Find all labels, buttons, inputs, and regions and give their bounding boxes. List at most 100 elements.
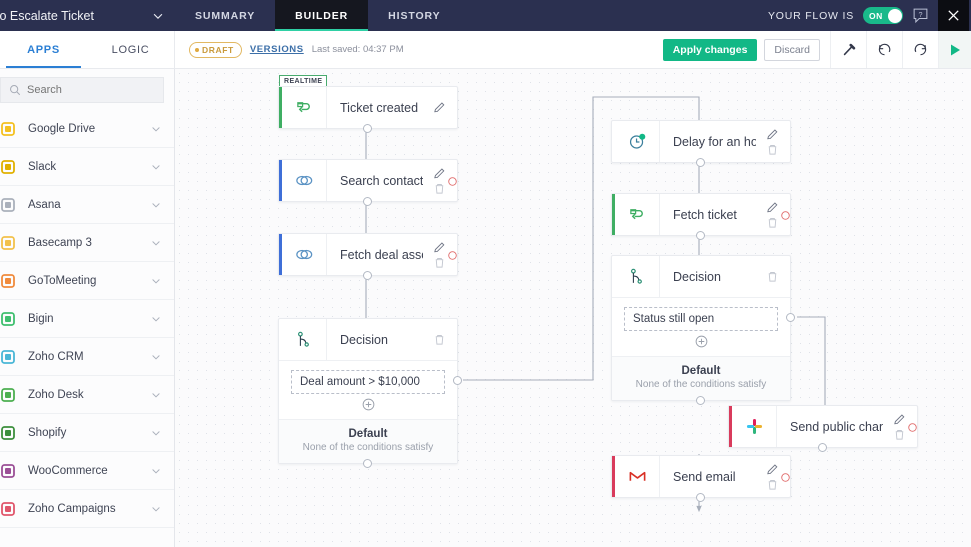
edit-pencil-icon[interactable] [433, 167, 446, 180]
add-circle-icon[interactable] [695, 335, 708, 348]
flow-on-off-toggle[interactable]: ON [863, 7, 903, 24]
node-search-contact-in-crm[interactable]: Search contact in CRM [278, 159, 458, 206]
zoho-desk-icon [615, 194, 660, 235]
node-output-port[interactable] [362, 197, 372, 206]
asana-icon [0, 197, 16, 213]
add-condition-row[interactable] [291, 394, 445, 417]
sidebar-item-gotomeeting[interactable]: GoToMeeting [0, 262, 174, 300]
node-output-port[interactable] [695, 158, 705, 167]
chevron-down-icon[interactable] [150, 313, 162, 325]
node-send-email[interactable]: Send email [611, 455, 791, 502]
default-title: Default [681, 365, 721, 377]
delete-trash-icon[interactable] [766, 478, 779, 491]
node-header: Ticket created [279, 87, 457, 128]
versions-link[interactable]: VERSIONS [250, 44, 304, 55]
zoho-campaigns-icon [0, 501, 16, 517]
sidebar-item-bigin[interactable]: Bigin [0, 300, 174, 338]
node-actions [756, 121, 790, 162]
link-rings-icon [282, 234, 327, 275]
delete-trash-icon[interactable] [766, 270, 779, 283]
sidebar-item-shopify[interactable]: Shopify [0, 414, 174, 452]
node-output-port[interactable] [362, 124, 372, 133]
default-output-port[interactable] [695, 396, 705, 405]
chevron-down-icon[interactable] [150, 161, 162, 173]
close-button[interactable] [938, 0, 969, 31]
tab-summary[interactable]: SUMMARY [175, 0, 275, 31]
flow-canvas[interactable]: REALTIME Ticket created Search contact F… [175, 69, 971, 547]
discard-button[interactable]: Discard [764, 38, 820, 61]
sidebar-item-basecamp-3[interactable]: Basecamp 3 [0, 224, 174, 262]
condition-chip[interactable]: Deal amount > $10,000 [291, 370, 445, 394]
node-decision-mid[interactable]: Decision Status still open Default None … [611, 255, 795, 405]
condition-chip[interactable]: Status still open [624, 307, 778, 331]
delete-trash-icon[interactable] [433, 256, 446, 269]
edit-pencil-icon[interactable] [766, 201, 779, 214]
delete-trash-icon[interactable] [766, 143, 779, 156]
node-output-port[interactable] [695, 231, 705, 240]
node-header: Send email [612, 456, 790, 497]
delete-trash-icon[interactable] [766, 216, 779, 229]
tab-logic[interactable]: LOGIC [87, 31, 174, 68]
sidebar-item-woocommerce[interactable]: WooCommerce [0, 452, 174, 490]
tab-builder[interactable]: BUILDER [275, 0, 369, 31]
chevron-down-icon[interactable] [150, 351, 162, 363]
node-header: Search contact in CRM [279, 160, 457, 201]
sidebar-item-google-drive[interactable]: Google Drive [0, 110, 174, 148]
chevron-down-icon[interactable] [150, 465, 162, 477]
chevron-down-icon[interactable] [150, 275, 162, 287]
condition-output-port[interactable] [786, 313, 795, 322]
node-decision-left[interactable]: Decision Deal amount > $10,000 Default N… [278, 318, 462, 468]
sidebar-item-label: Asana [28, 198, 61, 211]
sidebar-item-asana[interactable]: Asana [0, 186, 174, 224]
node-output-port[interactable] [362, 271, 372, 280]
magic-wand-button[interactable] [830, 31, 866, 68]
chevron-down-icon[interactable] [150, 389, 162, 401]
sidebar-item-zoho-crm[interactable]: Zoho CRM [0, 338, 174, 376]
chevron-down-icon[interactable] [150, 503, 162, 515]
node-delay-for-an-hour[interactable]: Delay for an hour [611, 120, 791, 167]
node-actions [423, 319, 457, 360]
gmail-icon [615, 456, 660, 497]
redo-button[interactable] [902, 31, 938, 68]
run-flow-button[interactable] [938, 31, 971, 68]
condition-output-port[interactable] [453, 376, 462, 385]
node-output-port[interactable] [817, 443, 827, 452]
apply-changes-button[interactable]: Apply changes [662, 38, 758, 61]
chevron-down-icon[interactable] [150, 199, 162, 211]
tab-history[interactable]: HISTORY [368, 0, 460, 31]
node-output-port[interactable] [695, 493, 705, 502]
edit-pencil-icon[interactable] [766, 128, 779, 141]
search-box[interactable] [0, 77, 164, 103]
node-fetch-ticket[interactable]: Fetch ticket [611, 193, 791, 240]
edit-pencil-icon[interactable] [766, 463, 779, 476]
edit-pencil-icon[interactable] [433, 101, 446, 114]
node-send-public-channel-message[interactable]: Send public channel m... [728, 405, 918, 452]
edit-pencil-icon[interactable] [893, 413, 906, 426]
last-saved-text: Last saved: 04:37 PM [311, 44, 404, 55]
delete-trash-icon[interactable] [433, 333, 446, 346]
help-icon[interactable]: ? [912, 7, 929, 24]
node-fetch-deal-associated[interactable]: Fetch deal associated ... [278, 233, 458, 280]
panel-tabs: APPS LOGIC [0, 31, 175, 68]
tab-apps[interactable]: APPS [0, 31, 87, 68]
decision-branch-icon [282, 319, 327, 360]
chevron-down-icon[interactable] [150, 237, 162, 249]
sidebar-item-zoho-campaigns[interactable]: Zoho Campaigns [0, 490, 174, 528]
undo-button[interactable] [866, 31, 902, 68]
default-output-port[interactable] [362, 459, 372, 468]
decision-default-branch: Default None of the conditions satisfy [612, 356, 790, 400]
chevron-down-icon[interactable] [150, 123, 162, 135]
sidebar-item-label: Basecamp 3 [28, 236, 92, 249]
delete-trash-icon[interactable] [893, 428, 906, 441]
error-indicator-icon [448, 251, 457, 260]
sidebar-item-slack[interactable]: Slack [0, 148, 174, 186]
edit-pencil-icon[interactable] [433, 241, 446, 254]
flow-title-selector[interactable]: to Escalate Ticket [0, 0, 175, 31]
node-ticket-created[interactable]: REALTIME Ticket created [278, 75, 458, 133]
sidebar-item-zoho-desk[interactable]: Zoho Desk [0, 376, 174, 414]
search-input[interactable] [27, 84, 147, 96]
add-circle-icon[interactable] [362, 398, 375, 411]
chevron-down-icon[interactable] [150, 427, 162, 439]
delete-trash-icon[interactable] [433, 182, 446, 195]
add-condition-row[interactable] [624, 331, 778, 354]
